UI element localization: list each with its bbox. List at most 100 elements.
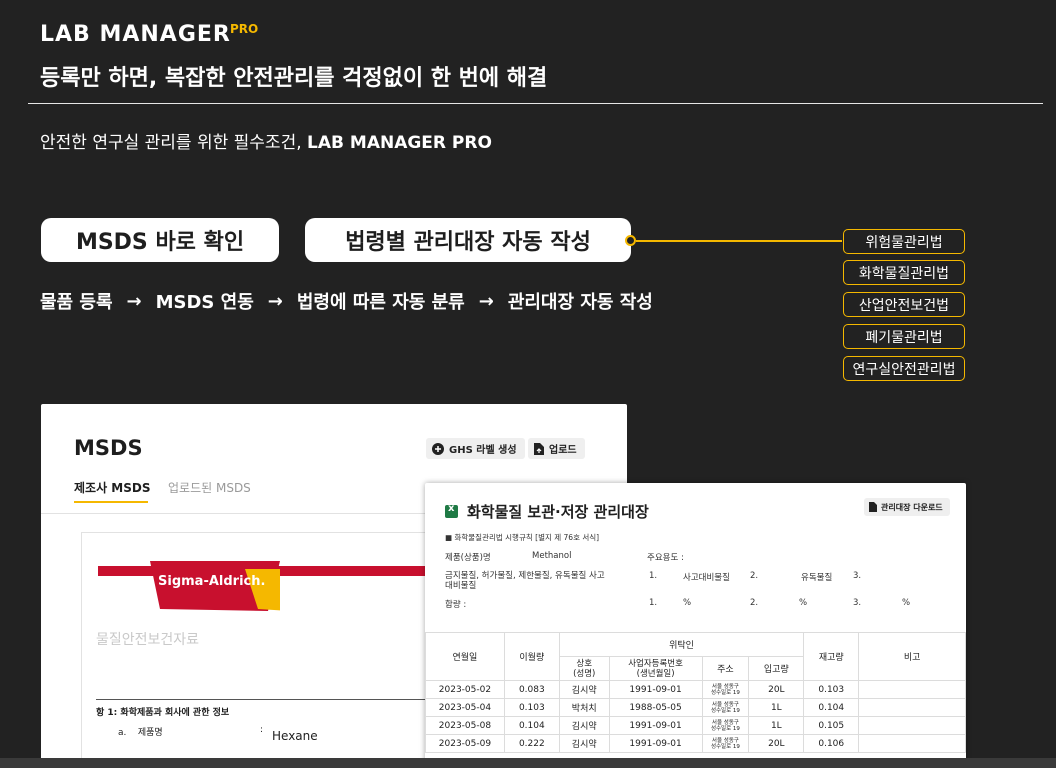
product-value: Methanol: [532, 551, 572, 561]
content-3-num: 3.: [853, 598, 862, 608]
product-label: 제품(상품)명: [445, 553, 491, 563]
cell-amount: 0.222: [503, 734, 560, 753]
msds-product-row: a. 제품명 :: [118, 725, 263, 738]
cell-address: 서울 성동구 성수일로 19: [701, 680, 750, 699]
flow-step-1: 물품 등록: [40, 292, 113, 313]
register-card: 화학물질 보관·저장 관리대장 관리대장 다운로드 ■ 화학물질관리법 시행규칙…: [425, 483, 966, 768]
cell-stock: 0.106: [803, 734, 860, 753]
tab-manufacturer-msds[interactable]: 제조사 MSDS: [74, 479, 151, 496]
row-name: 제품명: [137, 728, 163, 738]
law-pill: 법령별 관리대장 자동 작성: [305, 218, 631, 262]
subline: 안전한 연구실 관리를 위한 필수조건, LAB MANAGER PRO: [40, 128, 492, 153]
cell-note: [858, 734, 966, 753]
law-tag-chemical: 화학물질관리법: [843, 260, 965, 285]
cell-note: [858, 680, 966, 699]
ghs-label-button-text: GHS 라벨 생성: [449, 445, 517, 456]
cell-incoming: 1L: [748, 698, 805, 717]
cell-stock: 0.105: [803, 716, 860, 735]
header-note: 비고: [858, 632, 966, 681]
flow-step-4: 관리대장 자동 작성: [507, 292, 653, 313]
content-2-unit: %: [799, 598, 808, 608]
table-row: 2023-05-02 0.083 김시약 1991-09-01 서울 성동구 성수…: [425, 680, 966, 699]
usage-label: 주요용도 :: [647, 553, 684, 563]
row-label: a.: [118, 728, 127, 738]
msds-doc-title: 물질안전보건자료: [96, 632, 200, 648]
cell-date: 2023-05-04: [425, 698, 505, 717]
header-company: 상호 (성명): [558, 656, 610, 681]
header-date: 연월일: [425, 632, 505, 681]
cell-amount: 0.103: [503, 698, 560, 717]
content-1-unit: %: [683, 598, 692, 608]
tab-uploaded-msds[interactable]: 업로드된 MSDS: [168, 479, 251, 496]
table-row: 2023-05-08 0.104 김시약 1991-09-01 서울 성동구 성수…: [425, 716, 966, 735]
cell-address-line2: 성수일로 19: [710, 689, 740, 696]
cell-address-line2: 성수일로 19: [710, 743, 740, 750]
cell-stock: 0.104: [803, 698, 860, 717]
active-tab-indicator: [74, 501, 148, 503]
cell-incoming: 20L: [748, 680, 805, 699]
cell-company: 박처치: [558, 698, 610, 717]
register-download-button[interactable]: 관리대장 다운로드: [864, 498, 950, 516]
upload-button[interactable]: 업로드: [528, 438, 585, 459]
flow-step-3: 법령에 따른 자동 분류: [296, 292, 465, 313]
table-row: 2023-05-09 0.222 김시약 1991-09-01 서울 성동구 성수…: [425, 734, 966, 753]
header-address: 주소: [701, 656, 750, 681]
arrow-right-icon: →: [126, 290, 142, 312]
cell-incoming: 1L: [748, 716, 805, 735]
brand-logo: LAB MANAGER PRO: [40, 22, 258, 47]
header-stock: 재고량: [803, 632, 860, 681]
divider: [28, 103, 1043, 104]
logo-pro-badge: PRO: [230, 22, 259, 36]
register-table: 연월일 이월량 위탁인 재고량 비고 상호 (성명) 사업자등록번호 (생년월일…: [425, 632, 966, 753]
row-colon: :: [260, 725, 264, 735]
msds-card-title: MSDS: [74, 436, 143, 460]
cell-address-line2: 성수일로 19: [710, 707, 740, 714]
connector-line: [636, 240, 842, 242]
register-download-text: 관리대장 다운로드: [881, 502, 943, 512]
plus-circle-icon: [432, 442, 444, 455]
file-upload-icon: [534, 442, 544, 455]
cell-bizno: 1988-05-05: [608, 698, 703, 717]
cell-bizno: 1991-09-01: [608, 734, 703, 753]
svg-text:Sigma-Aldrich.: Sigma-Aldrich.: [158, 574, 265, 589]
cat1-num: 1.: [649, 571, 658, 581]
excel-icon: [445, 503, 458, 518]
category-label: 금지물질, 허가물질, 제한물질, 유독물질 사고대비물질: [445, 571, 605, 591]
cat1-value: 사고대비물질: [683, 573, 730, 583]
cell-company: 김시약: [558, 680, 610, 699]
connector-dot: [625, 235, 636, 246]
file-download-icon: [869, 502, 877, 512]
bottom-scroll-bar: [0, 758, 1056, 768]
cell-date: 2023-05-09: [425, 734, 505, 753]
cat3-num: 3.: [853, 571, 862, 581]
subline-brand: LAB MANAGER PRO: [307, 133, 492, 153]
arrow-right-icon: →: [267, 290, 283, 312]
cell-company: 김시약: [558, 716, 610, 735]
cell-address: 서울 성동구 성수일로 19: [701, 716, 750, 735]
register-title: 화학물질 보관·저장 관리대장: [467, 503, 649, 521]
cell-note: [858, 716, 966, 735]
ghs-label-button[interactable]: GHS 라벨 생성: [426, 438, 525, 459]
msds-product-value: Hexane: [272, 729, 318, 743]
cat2-value: 유독물질: [801, 573, 833, 583]
upload-button-text: 업로드: [549, 445, 577, 456]
law-tag-lab-safety: 연구실안전관리법: [843, 356, 965, 381]
cell-bizno: 1991-09-01: [608, 680, 703, 699]
cat2-num: 2.: [750, 571, 759, 581]
content-3-unit: %: [902, 598, 911, 608]
cell-date: 2023-05-02: [425, 680, 505, 699]
cell-note: [858, 698, 966, 717]
law-tag-industrial-safety: 산업안전보건법: [843, 292, 965, 317]
msds-section-1: 항 1: 화학제품과 회사에 관한 정보: [96, 708, 230, 718]
cell-address-line2: 성수일로 19: [710, 725, 740, 732]
flow-step-2: MSDS 연동: [155, 292, 254, 313]
msds-pill: MSDS 바로 확인: [41, 218, 279, 262]
law-tag-waste: 폐기물관리법: [843, 324, 965, 349]
table-row: 2023-05-04 0.103 박처치 1988-05-05 서울 성동구 성수…: [425, 698, 966, 717]
register-rule: ■ 화학물질관리법 시행규칙 [별지 제 76호 서식]: [445, 533, 600, 542]
cell-amount: 0.083: [503, 680, 560, 699]
process-flow: 물품 등록 → MSDS 연동 → 법령에 따른 자동 분류 → 관리대장 자동…: [40, 288, 653, 314]
cell-company: 김시약: [558, 734, 610, 753]
header-consignor: 위탁인: [558, 632, 805, 657]
cell-bizno: 1991-09-01: [608, 716, 703, 735]
